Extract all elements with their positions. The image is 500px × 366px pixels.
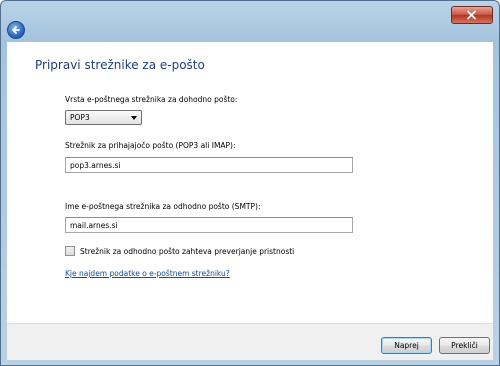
server-type-value: POP3 xyxy=(70,113,90,122)
auth-checkbox[interactable] xyxy=(65,246,75,256)
back-button[interactable] xyxy=(7,21,25,39)
content-panel: Pripravi strežnike za e-pošto Vrsta e-po… xyxy=(7,42,493,323)
incoming-server-label: Strežnik za prihajajočo pošto (POP3 ali … xyxy=(65,141,236,150)
server-type-label: Vrsta e-poštnega strežnika za dohodno po… xyxy=(65,95,238,104)
page-title: Pripravi strežnike za e-pošto xyxy=(35,58,205,72)
back-arrow-icon xyxy=(12,26,20,34)
outgoing-server-label: Ime e-poštnega strežnika za odhodno pošt… xyxy=(65,202,261,211)
outgoing-server-input[interactable] xyxy=(65,217,353,233)
next-button[interactable]: Naprej xyxy=(381,337,432,354)
close-icon xyxy=(467,10,476,20)
button-bar: Naprej Prekliči xyxy=(7,323,493,360)
chevron-down-icon xyxy=(131,116,137,120)
help-link[interactable]: Kje najdem podatke o e-poštnem strežniku… xyxy=(65,269,230,278)
auth-checkbox-label: Strežnik za odhodno pošto zahteva prever… xyxy=(80,247,295,256)
cancel-button[interactable]: Prekliči xyxy=(439,337,490,354)
incoming-server-input[interactable] xyxy=(65,157,353,173)
title-bar xyxy=(1,1,499,41)
server-type-select[interactable]: POP3 xyxy=(65,110,142,125)
dialog-window: Pripravi strežnike za e-pošto Vrsta e-po… xyxy=(0,0,500,366)
close-button[interactable] xyxy=(451,6,493,24)
